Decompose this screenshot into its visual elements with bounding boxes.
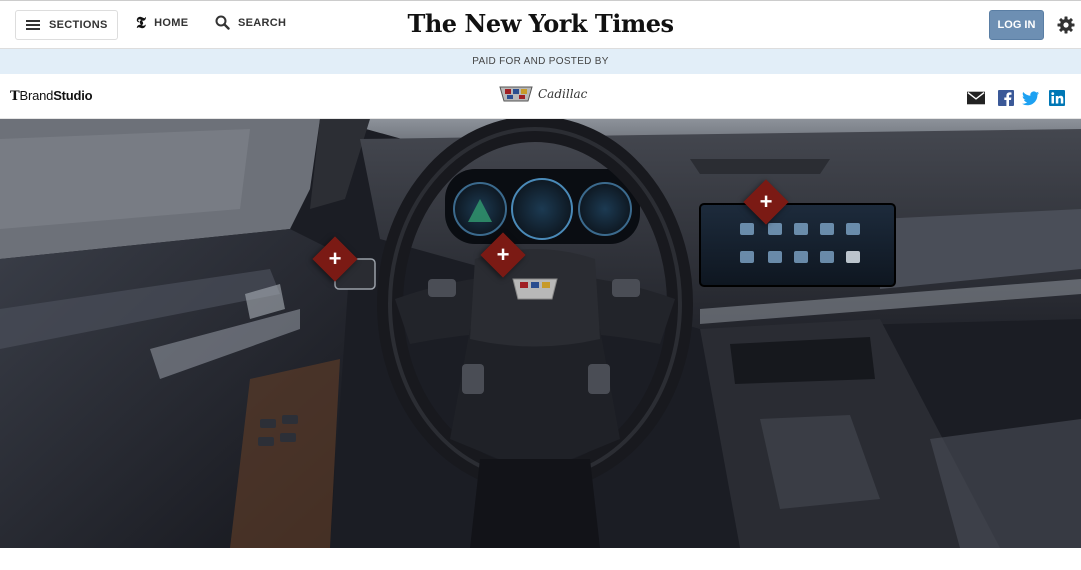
twitter-icon[interactable] — [1022, 90, 1040, 106]
car-interior-illustration — [0, 119, 1081, 548]
cadillac-wordmark: Cadillac — [538, 87, 588, 101]
hotspot-steering-wheel[interactable]: + — [480, 232, 526, 278]
masthead: SECTIONS 𝕿 HOME SEARCH The New York Time… — [0, 0, 1081, 49]
mail-icon[interactable] — [967, 90, 985, 106]
cadillac-crest-icon — [499, 86, 533, 102]
car-interior-hero: + + + — [0, 119, 1081, 548]
plus-icon: + — [328, 246, 342, 271]
tbrand-bold: Studio — [53, 88, 93, 103]
hotspot-door-controls[interactable]: + — [312, 236, 358, 282]
nyt-logo[interactable]: The New York Times — [0, 9, 1081, 38]
login-button[interactable]: LOG IN — [989, 10, 1044, 40]
tbrand-studio-logo[interactable]: TBrandStudio — [10, 88, 93, 104]
plus-icon: + — [496, 242, 510, 267]
tbrand-light: Brand — [19, 88, 54, 103]
gear-icon[interactable] — [1056, 15, 1076, 35]
cadillac-logo[interactable]: Cadillac — [498, 85, 587, 103]
hotspot-infotainment-screen[interactable]: + — [743, 179, 789, 225]
page-bottom-spacer — [0, 548, 1081, 570]
brand-bar: TBrandStudio Cadillac — [0, 74, 1081, 119]
sponsor-band: PAID FOR AND POSTED BY — [0, 49, 1081, 74]
facebook-icon[interactable] — [997, 90, 1015, 106]
linkedin-icon[interactable] — [1048, 90, 1066, 106]
plus-icon: + — [759, 189, 773, 214]
